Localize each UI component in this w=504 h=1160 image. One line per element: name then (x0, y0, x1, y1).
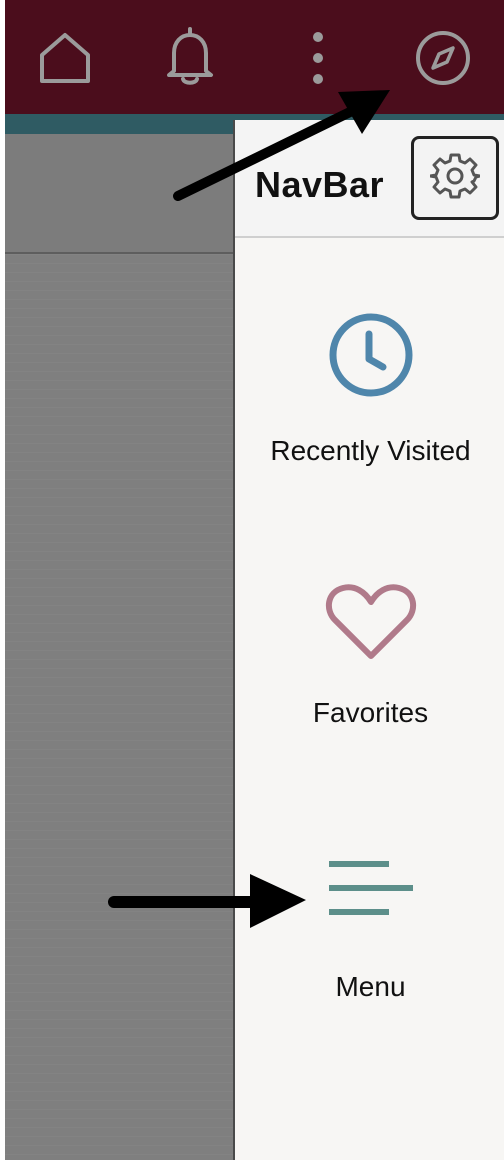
arrow-to-compass (173, 90, 390, 201)
annotation-arrows (108, 90, 390, 928)
arrow-to-menu (108, 874, 306, 928)
